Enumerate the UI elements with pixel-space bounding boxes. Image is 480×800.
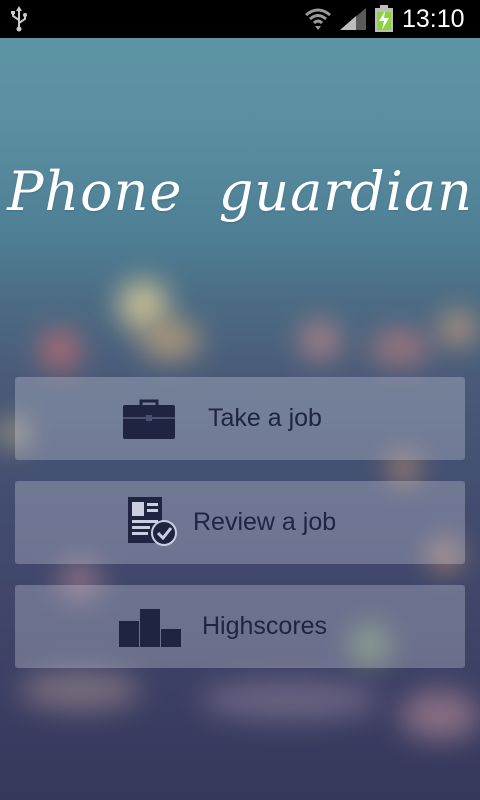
status-clock: 13:10	[402, 5, 465, 33]
document-check-icon	[128, 497, 178, 551]
review-job-label: Review a job	[193, 508, 337, 536]
wifi-icon	[304, 6, 332, 32]
highscores-label: Highscores	[202, 612, 328, 640]
podium-icon	[119, 609, 181, 651]
app-screen: 13:10 Phone guardian Take a job Review a…	[0, 0, 480, 800]
highscores-button[interactable]: Highscores	[15, 585, 465, 668]
take-job-button[interactable]: Take a job	[15, 377, 465, 460]
app-title: Phone guardian	[7, 160, 473, 223]
take-job-label: Take a job	[208, 404, 322, 432]
review-job-button[interactable]: Review a job	[15, 481, 465, 564]
signal-icon	[338, 6, 368, 32]
usb-icon	[8, 6, 30, 32]
briefcase-icon	[123, 399, 175, 443]
status-bar: 13:10	[0, 0, 480, 38]
battery-charging-icon	[374, 5, 394, 33]
